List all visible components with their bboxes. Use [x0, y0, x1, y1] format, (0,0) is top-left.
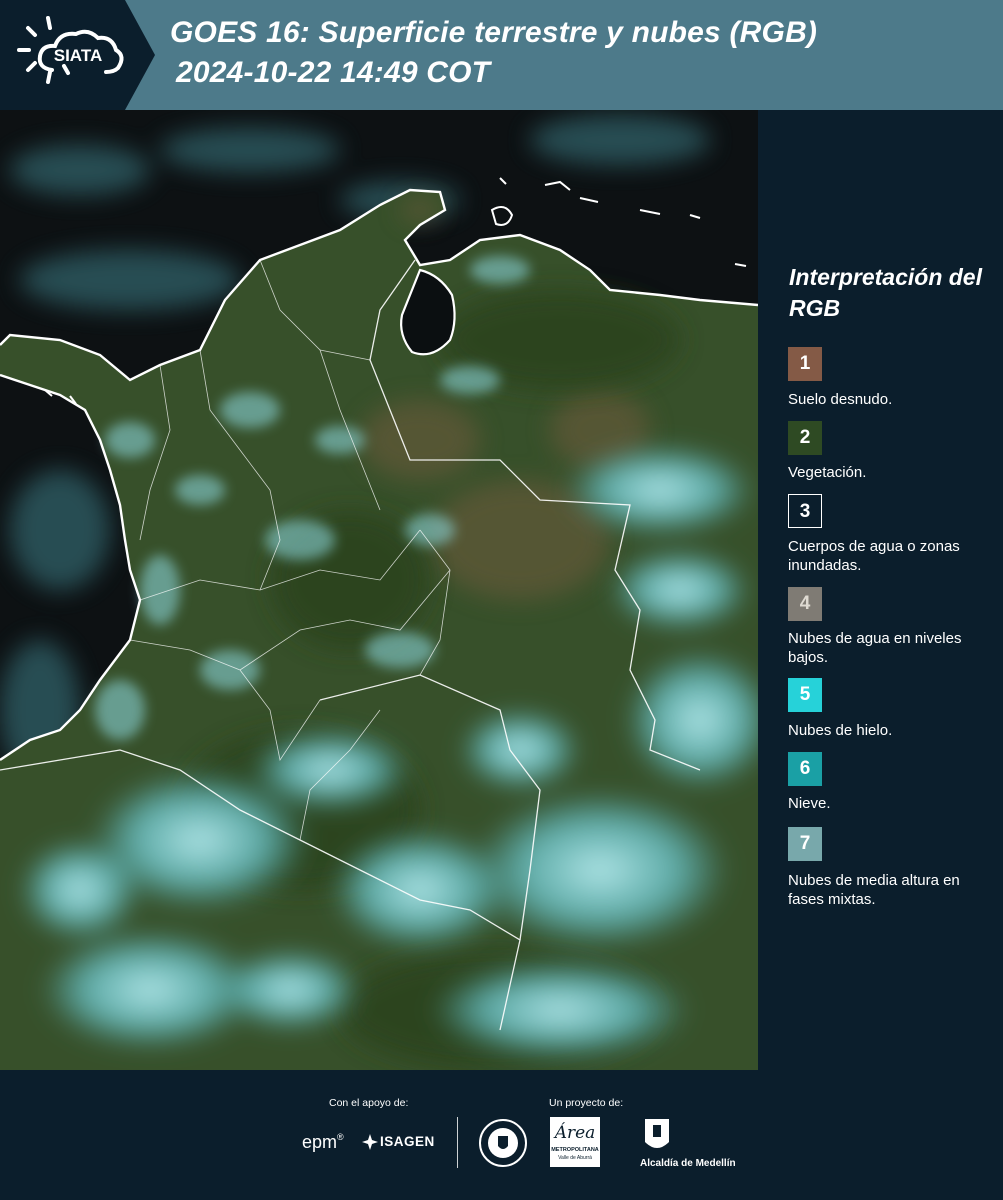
area-logo-subtitle-2: Valle de Aburrá	[558, 1155, 592, 1161]
legend-panel: Interpretación del RGB 1 Suelo desnudo. …	[760, 110, 1003, 1070]
legend-swatch-number: 1	[799, 353, 811, 374]
legend-swatch-number: 3	[799, 501, 811, 522]
area-metropolitana-logo: Área METROPOLITANA Valle de Aburrá	[550, 1117, 600, 1167]
legend-swatch-7: 7	[788, 827, 822, 861]
legend-item-label: Vegetación.	[788, 464, 867, 481]
footer-divider	[457, 1117, 458, 1168]
siata-logo-text: SIATA	[54, 46, 102, 65]
legend-swatch-1: 1	[788, 347, 822, 381]
siata-logo-block: SIATA	[0, 0, 155, 110]
project-label: Un proyecto de:	[549, 1097, 624, 1109]
area-logo-text: Área	[554, 1123, 596, 1143]
satellite-map-svg	[0, 110, 758, 1070]
legend-title: Interpretación del RGB	[789, 264, 982, 321]
isagen-logo-text: ISAGEN	[380, 1134, 435, 1149]
page-timestamp: 2024-10-22 14:49 COT	[176, 56, 491, 89]
support-label: Con el apoyo de:	[329, 1097, 409, 1109]
legend-swatch-6: 6	[788, 752, 822, 786]
legend-swatch-number: 2	[799, 427, 811, 448]
legend-swatch-3: 3	[788, 494, 822, 528]
legend-item-label: Cuerpos de agua o zonas inundadas.	[788, 538, 960, 574]
alcaldia-logo-text: Alcaldía de Medellín	[640, 1158, 736, 1169]
legend-swatch-number: 6	[799, 758, 811, 779]
page-title: GOES 16: Superficie terrestre y nubes (R…	[170, 16, 818, 49]
legend-swatch-4: 4	[788, 587, 822, 621]
legend-swatch-2: 2	[788, 421, 822, 455]
epm-logo: epm®	[302, 1132, 344, 1153]
footer: Con el apoyo de: Un proyecto de: epm® IS…	[0, 1070, 1003, 1200]
legend-swatch-number: 4	[799, 593, 811, 614]
legend-item-label: Nieve.	[788, 795, 831, 812]
legend-item-label: Nubes de hielo.	[788, 722, 893, 739]
satellite-map	[0, 110, 758, 1070]
header-bar: SIATA GOES 16: Superficie terrestre y nu…	[0, 0, 1003, 110]
legend-item-label: Suelo desnudo.	[788, 391, 893, 408]
legend-swatch-number: 5	[799, 684, 811, 705]
area-logo-subtitle: METROPOLITANA	[551, 1147, 599, 1153]
alcaldia-shield-icon	[645, 1119, 669, 1148]
legend-swatch-number: 7	[799, 833, 811, 854]
legend-swatch-5: 5	[788, 678, 822, 712]
epm-logo-text: epm	[302, 1132, 338, 1152]
epm-logo-mark: ®	[337, 1132, 344, 1142]
medellin-seal-icon	[479, 1119, 527, 1167]
legend-item-label: Nubes de media altura en fases mixtas.	[788, 872, 960, 908]
isagen-logo-icon	[362, 1134, 378, 1150]
legend-item-label: Nubes de agua en niveles bajos.	[788, 630, 962, 666]
